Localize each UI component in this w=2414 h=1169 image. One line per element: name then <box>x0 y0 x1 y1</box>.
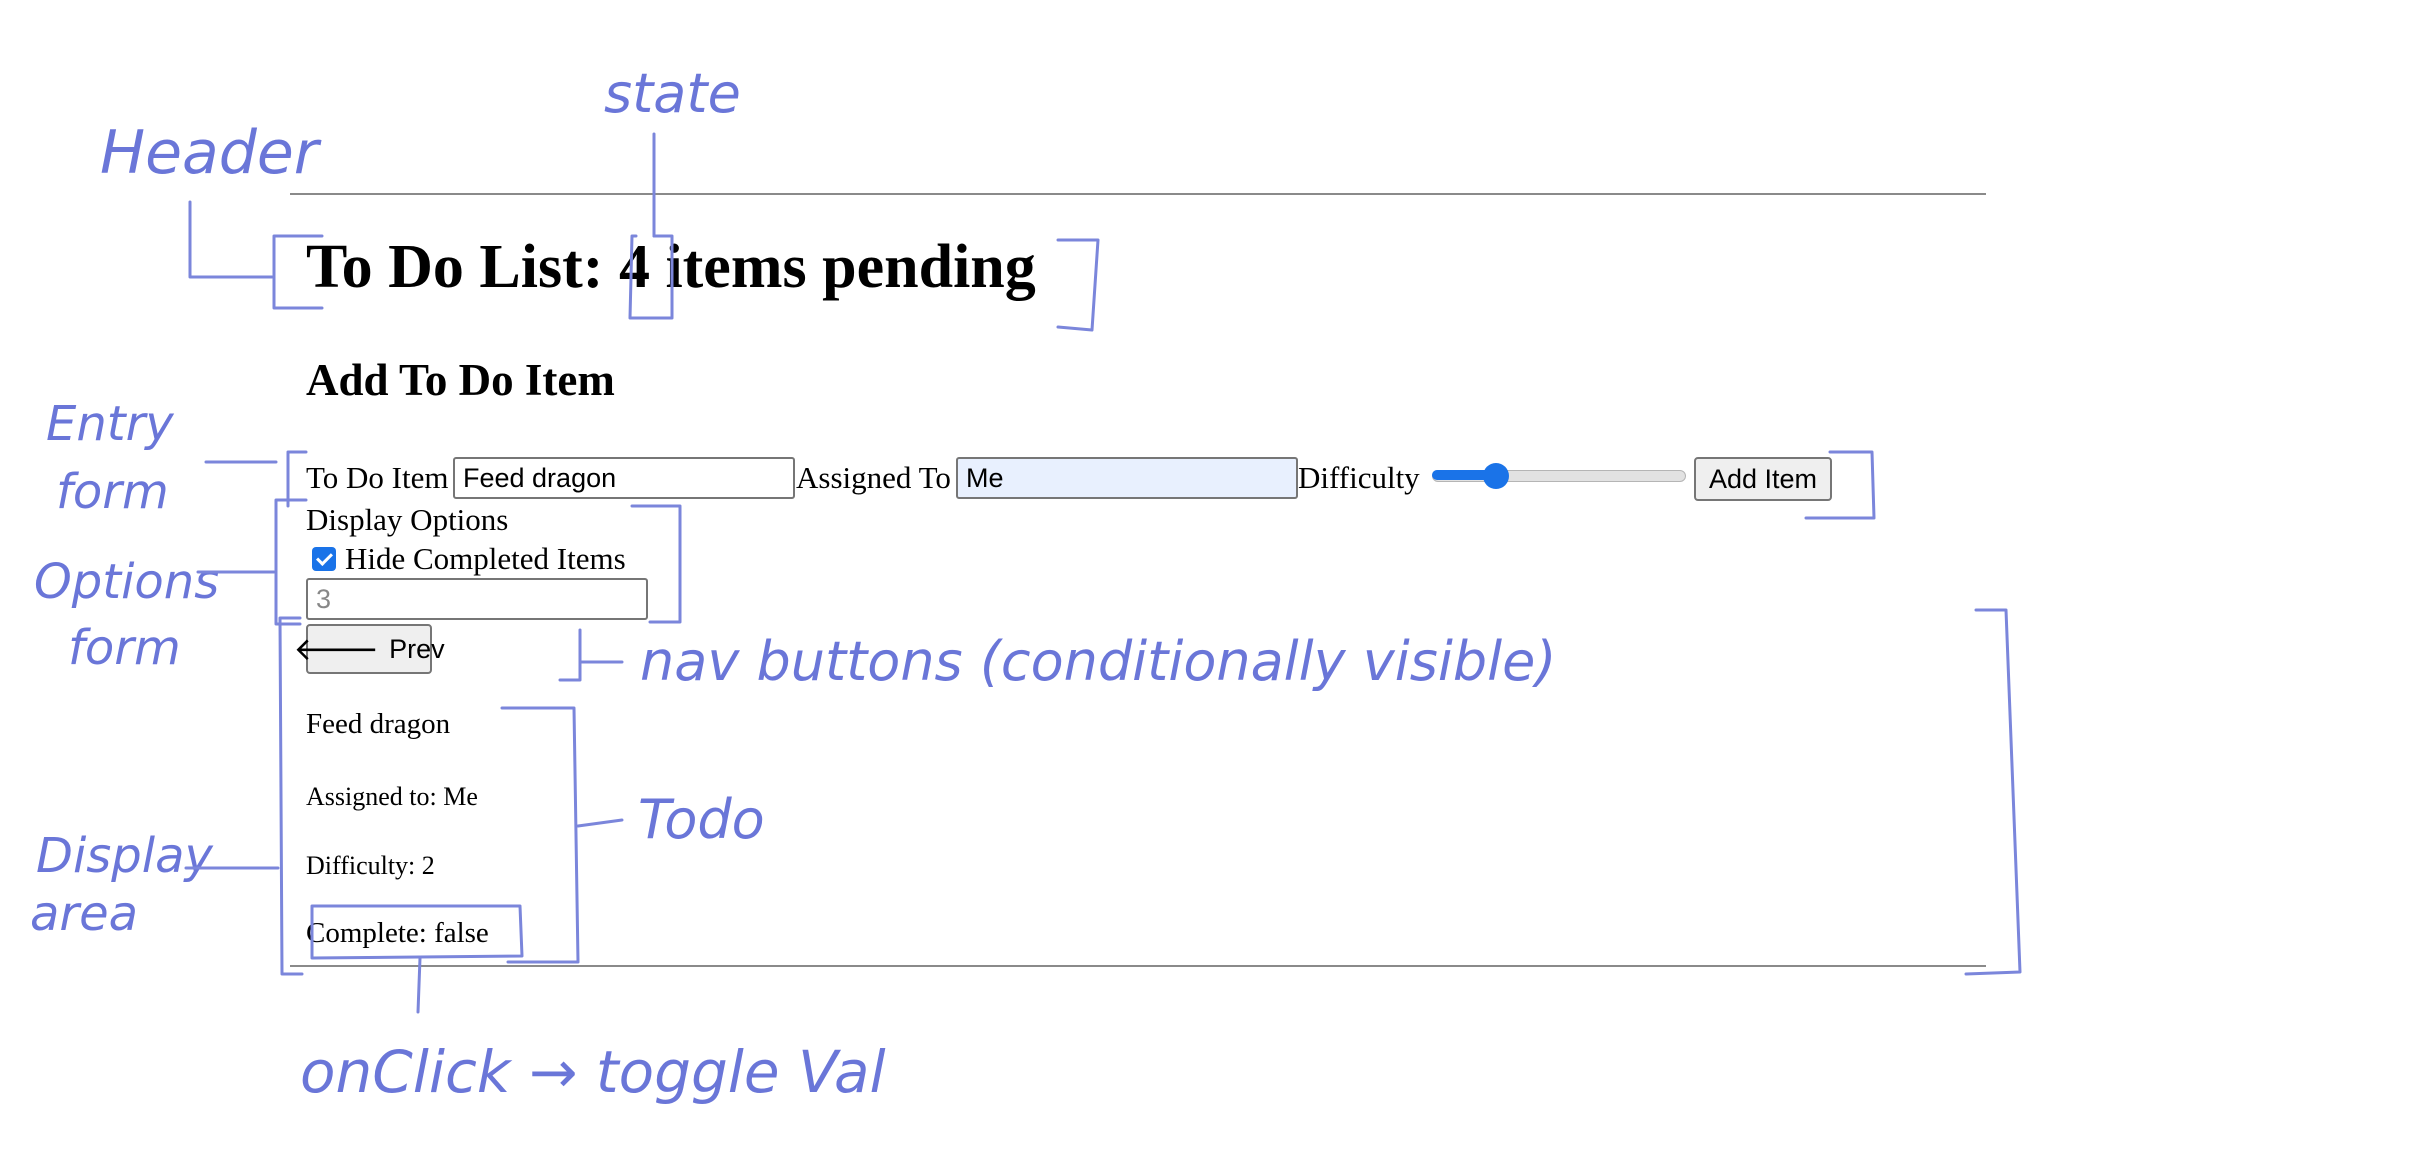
annotation-todo-connector <box>576 818 624 828</box>
page-title: To Do List: 4 items pending <box>306 236 1036 298</box>
annotation-state: state <box>604 62 741 125</box>
left-arrow-icon: 🡐 <box>293 631 380 667</box>
prev-button-label: Prev <box>389 633 445 664</box>
annotation-entry-form-line1: Entry <box>46 396 174 452</box>
annotation-todo-bracket <box>500 706 580 964</box>
todo-item-label: To Do Item <box>306 460 449 495</box>
annotation-entry-form-line2: form <box>56 464 169 520</box>
title-prefix: To Do List: <box>306 233 604 301</box>
add-item-button[interactable]: Add Item <box>1694 457 1832 501</box>
todo-assignee: Assigned to: Me <box>306 782 478 811</box>
annotation-options-bracket-left <box>274 498 308 626</box>
annotation-nav-buttons: nav buttons (conditionally visible) <box>640 630 1556 693</box>
hide-completed-label: Hide Completed Items <box>345 541 626 576</box>
annotation-display-area-line2: area <box>30 886 138 942</box>
hide-completed-checkbox[interactable] <box>312 546 336 571</box>
todo-difficulty: Difficulty: 2 <box>306 851 435 880</box>
annotation-header-bracket-right <box>1056 238 1100 332</box>
annotation-display-area-line1: Display <box>36 828 214 884</box>
annotation-nav-bracket <box>558 628 624 682</box>
add-todo-heading: Add To Do Item <box>306 355 615 405</box>
bottom-divider <box>290 965 1986 967</box>
difficulty-slider[interactable] <box>1432 463 1686 489</box>
annotation-header-connector <box>188 200 274 279</box>
top-divider <box>290 193 1986 195</box>
prev-button[interactable]: 🡐 Prev <box>293 624 445 674</box>
annotation-options-form-line2: form <box>68 620 181 676</box>
display-options-title: Display Options <box>306 502 509 537</box>
todo-text: Feed dragon <box>306 708 451 740</box>
difficulty-label: Difficulty <box>1298 460 1420 495</box>
annotation-display-bracket-left <box>278 616 304 976</box>
assigned-to-input[interactable] <box>956 457 1298 499</box>
title-suffix: items pending <box>665 233 1036 301</box>
annotation-display-bracket-right <box>1964 608 2022 976</box>
annotation-todo: Todo <box>638 788 765 851</box>
todo-item-input[interactable] <box>453 457 795 499</box>
items-per-page-input[interactable] <box>306 578 648 620</box>
annotation-header: Header <box>100 118 322 188</box>
annotation-entry-bracket-left <box>286 450 308 508</box>
todo-complete-toggle[interactable]: Complete: false <box>306 919 489 948</box>
annotation-onclick: onClick → toggle Val <box>300 1038 886 1106</box>
slider-thumb[interactable] <box>1482 463 1509 489</box>
pending-count: 4 <box>618 233 650 301</box>
hide-completed-row[interactable]: Hide Completed Items <box>312 543 626 574</box>
assigned-to-label: Assigned To <box>796 460 951 495</box>
annotation-options-form-line1: Options <box>34 554 219 610</box>
